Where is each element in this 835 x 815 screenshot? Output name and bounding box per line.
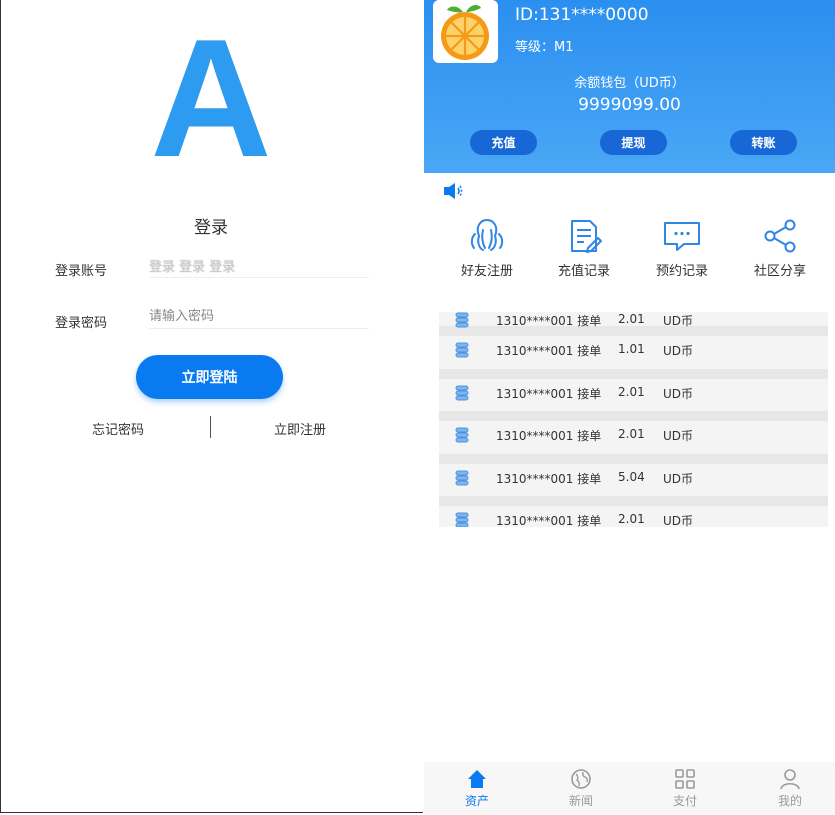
- record-user: 1310****001 接单: [496, 429, 602, 443]
- transfer-button[interactable]: 转账: [730, 130, 797, 155]
- tab-news[interactable]: 新闻: [541, 768, 621, 809]
- record-user: 1310****001 接单: [496, 514, 602, 527]
- tab-label: 支付: [672, 794, 697, 808]
- record-unit: UD币: [663, 429, 694, 443]
- withdraw-button[interactable]: 提现: [600, 130, 667, 155]
- login-title: 登录: [194, 218, 228, 238]
- coin-stack-icon: [455, 312, 469, 328]
- record-user: 1310****001 接单: [496, 471, 602, 486]
- coin-stack-icon: [455, 470, 469, 485]
- record-user: 1310****001 接单: [496, 386, 602, 401]
- bottom-tab-bar: 资产 新闻 支付 我的: [424, 762, 835, 815]
- account-label: 登录账号: [55, 264, 108, 279]
- quick-link-recharge-records[interactable]: 充值记录: [539, 218, 629, 279]
- quick-link-label: 预约记录: [655, 264, 708, 279]
- record-amount: 5.04: [618, 469, 645, 484]
- quick-link-label: 充值记录: [557, 264, 610, 279]
- record-unit: UD币: [663, 514, 694, 527]
- login-button[interactable]: 立即登陆: [136, 355, 283, 399]
- orange-logo-icon: [441, 5, 489, 60]
- quick-link-booking-records[interactable]: 预约记录: [637, 218, 727, 279]
- register-link[interactable]: 立即注册: [274, 419, 326, 438]
- list-item: 1310****001 接单 1.01 UD币: [439, 336, 828, 379]
- tab-label: 我的: [777, 794, 802, 808]
- tab-label: 新闻: [568, 794, 593, 808]
- record-amount: 2.01: [618, 512, 645, 526]
- password-label: 登录密码: [55, 316, 108, 331]
- record-unit: UD币: [663, 471, 694, 486]
- divider: [210, 416, 211, 438]
- avatar[interactable]: [433, 0, 498, 63]
- record-user: 1310****001 接单: [496, 314, 602, 328]
- wallet-amount: 9999099.00: [578, 95, 681, 115]
- tab-payment[interactable]: 支付: [645, 768, 725, 809]
- home-icon: [468, 770, 486, 788]
- wallet-header: ID:131****0000 等级：M1 余额钱包（UD币） 9999099.0…: [424, 0, 835, 173]
- coin-stack-icon: [455, 512, 469, 527]
- record-unit: UD币: [663, 344, 694, 358]
- record-unit: UD币: [663, 314, 694, 328]
- app-logo: A: [150, 4, 272, 192]
- tab-assets[interactable]: 资产: [437, 768, 517, 809]
- password-input[interactable]: [149, 305, 369, 329]
- coin-stack-icon: [455, 385, 469, 400]
- user-level: 等级：M1: [515, 40, 574, 55]
- list-item: 1310****001 接单 2.01 UD币: [439, 378, 828, 421]
- record-amount: 2.01: [618, 312, 645, 326]
- quick-link-label: 好友注册: [460, 264, 513, 279]
- user-id: ID:131****0000: [515, 5, 649, 25]
- quick-link-label: 社区分享: [753, 264, 806, 279]
- record-amount: 1.01: [618, 342, 645, 356]
- record-amount: 2.01: [618, 427, 645, 441]
- login-screen: A 登录 登录账号 登录密码 立即登陆 忘记密码 立即注册: [0, 0, 423, 813]
- globe-icon: [571, 769, 591, 789]
- list-item: 1310****001 接单 2.01 UD币: [439, 506, 828, 527]
- list-item: 1310****001 接单 2.01 UD币: [439, 312, 828, 336]
- assets-screen: ID:131****0000 等级：M1 余额钱包（UD币） 9999099.0…: [424, 0, 835, 815]
- coin-stack-icon: [455, 427, 469, 443]
- tab-label: 资产: [464, 794, 489, 808]
- forgot-password-link[interactable]: 忘记密码: [92, 419, 144, 438]
- tab-mine[interactable]: 我的: [750, 768, 830, 809]
- friends-icon: [470, 218, 504, 251]
- document-edit-icon: [571, 220, 602, 253]
- recharge-button[interactable]: 充值: [470, 130, 537, 155]
- wallet-label: 余额钱包（UD币）: [574, 76, 685, 91]
- record-amount: 2.01: [618, 384, 645, 399]
- share-icon: [764, 219, 796, 253]
- list-item: 1310****001 接单 5.04 UD币: [439, 463, 828, 506]
- quick-link-community-share[interactable]: 社区分享: [735, 218, 825, 279]
- user-icon: [780, 769, 800, 790]
- account-input[interactable]: [149, 254, 369, 278]
- quick-link-friends[interactable]: 好友注册: [442, 218, 532, 279]
- speaker-icon: [444, 183, 463, 199]
- record-user: 1310****001 接单: [496, 344, 602, 358]
- record-unit: UD币: [663, 386, 694, 401]
- chat-icon: [664, 222, 700, 251]
- grid-icon: [675, 769, 695, 789]
- records-list[interactable]: 1310****001 接单 2.01 UD币 1310****001 接单 1…: [439, 312, 828, 527]
- coin-stack-icon: [455, 342, 469, 358]
- list-item: 1310****001 接单 2.01 UD币: [439, 421, 828, 464]
